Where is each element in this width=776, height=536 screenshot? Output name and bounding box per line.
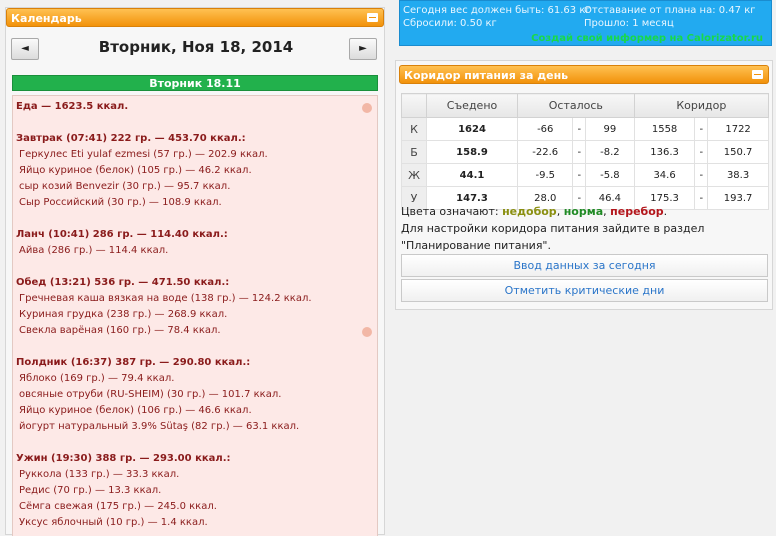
edit-icon[interactable] (362, 327, 372, 337)
corridor-header[interactable]: Коридор питания за день (399, 65, 769, 84)
diary-spacer (13, 435, 377, 451)
header-eaten: Съедено (426, 93, 518, 118)
calendar-title: Календарь (11, 12, 82, 25)
corridor-to: 38.3 (707, 163, 769, 187)
enter-today-button[interactable]: Ввод данных за сегодня (401, 254, 768, 277)
food-item: сыр козий Benvezir (30 гр.) — 95.7 ккал. (19, 181, 231, 192)
food-item: Геркулес Eti yulaf ezmesi (57 гр.) — 202… (19, 149, 268, 160)
date-title: Вторник, Ноя 18, 2014 (98, 38, 294, 56)
food-item: Сыр Российский (30 гр.) — 108.9 ккал. (19, 197, 222, 208)
diary-spacer (13, 115, 377, 131)
corridor-panel: Коридор питания за день Съедено Осталось… (395, 60, 773, 310)
dash: - (694, 117, 709, 141)
food-item: Сёмга свежая (175 гр.) — 245.0 ккал. (19, 501, 217, 512)
minimize-icon[interactable] (367, 13, 378, 22)
table-row: Б 158.9 -22.6- -8.2 136.3-150.7 (401, 140, 769, 164)
calendar-panel: Календарь ◄ Вторник, Ноя 18, 2014 ► Втор… (5, 7, 385, 536)
remaining-from: -22.6 (516, 140, 574, 164)
eaten-value: 158.9 (426, 140, 518, 164)
corridor-title: Коридор питания за день (404, 69, 569, 82)
food-item: Яйцо куриное (белок) (106 гр.) — 46.6 кк… (19, 405, 252, 416)
day-header: Вторник 18.11 (12, 75, 378, 91)
calendar-header[interactable]: Календарь (6, 8, 384, 27)
dash: - (572, 117, 587, 141)
food-item: йогурт натуральный 3.9% Sütaş (82 гр.) —… (19, 421, 300, 432)
row-label: К (401, 117, 427, 141)
diary-spacer (13, 211, 377, 227)
food-diary: Еда — 1623.5 ккал. Завтрак (07:41) 222 гр… (12, 95, 378, 536)
remaining-to: -8.2 (585, 140, 635, 164)
diary-spacer (13, 259, 377, 275)
target-weight-text: Сегодня вес должен быть: 61.63 кг (403, 5, 591, 16)
food-item: Яблоко (169 гр.) — 79.4 ккал. (19, 373, 175, 384)
meal-header: Полдник (16:37) 387 гр. — 290.80 ккал.: (16, 357, 251, 368)
legend-under: недобор (502, 205, 557, 218)
table-row: Ж 44.1 -9.5- -5.8 34.6-38.3 (401, 163, 769, 187)
food-item: Айва (286 гр.) — 114.4 ккал. (19, 245, 169, 256)
dash: - (572, 163, 587, 187)
table-row: К 1624 -66-99 1558-1722 (401, 117, 769, 141)
meal-header: Обед (13:21) 536 гр. — 471.50 ккал.: (16, 277, 230, 288)
color-legend: Цвета означают: недобор, норма, перебор. (401, 205, 668, 218)
corridor-to: 150.7 (707, 140, 769, 164)
weight-informer[interactable]: Сегодня вес должен быть: 61.63 кг Сброси… (399, 0, 772, 46)
corridor-to: 193.7 (707, 186, 769, 210)
eaten-value: 44.1 (426, 163, 518, 187)
corridor-from: 34.6 (633, 163, 696, 187)
corridor-from: 1558 (633, 117, 696, 141)
minimize-icon[interactable] (752, 70, 763, 79)
food-item: Свекла варёная (160 гр.) — 78.4 ккал. (19, 325, 221, 336)
critical-days-button[interactable]: Отметить критические дни (401, 279, 768, 302)
legend-over: перебор (610, 205, 664, 218)
food-item: Гречневая каша вязкая на воде (138 гр.) … (19, 293, 312, 304)
meal-header: Еда — 1623.5 ккал. (16, 101, 129, 112)
row-label: Ж (401, 163, 427, 187)
dash: - (572, 140, 587, 164)
food-item: Яйцо куриное (белок) (105 гр.) — 46.2 кк… (19, 165, 252, 176)
corridor-table: Съедено Осталось Коридор К 1624 -66-99 1558… (401, 93, 770, 210)
lost-weight-text: Сбросили: 0.50 кг (403, 18, 497, 29)
header-empty (401, 93, 427, 118)
food-item: Руккола (133 гр.) — 33.3 ккал. (19, 469, 180, 480)
informer-link[interactable]: Создай свой информер на Calorizator.ru (531, 33, 763, 44)
settings-note: Для настройки коридора питания зайдите в… (401, 222, 705, 252)
eaten-value: 1624 (426, 117, 518, 141)
dash: - (694, 163, 709, 187)
legend-prefix: Цвета означают: (401, 205, 499, 218)
remaining-to: -5.8 (585, 163, 635, 187)
diary-spacer (13, 339, 377, 355)
food-item: Редис (70 гр.) — 13.3 ккал. (19, 485, 162, 496)
header-remaining: Осталось (517, 93, 635, 118)
food-item: Куриная грудка (238 гр.) — 268.9 ккал. (19, 309, 228, 320)
row-label: Б (401, 140, 427, 164)
dash: - (694, 186, 709, 210)
header-corridor: Коридор (633, 93, 770, 118)
remaining-from: -66 (516, 117, 574, 141)
prev-day-button[interactable]: ◄ (11, 38, 39, 60)
plan-lag-text: Отставание от плана на: 0.47 кг (584, 5, 756, 16)
meal-header: Завтрак (07:41) 222 гр. — 453.70 ккал.: (16, 133, 246, 144)
meal-header: Ланч (10:41) 286 гр. — 114.40 ккал.: (16, 229, 228, 240)
edit-icon[interactable] (362, 103, 372, 113)
food-item: Уксус яблочный (10 гр.) — 1.4 ккал. (19, 517, 208, 528)
food-item: овсяные отруби (RU-SHEIM) (30 гр.) — 101… (19, 389, 282, 400)
corridor-to: 1722 (707, 117, 769, 141)
legend-norm: норма (563, 205, 604, 218)
meal-header: Ужин (19:30) 388 гр. — 293.00 ккал.: (16, 453, 231, 464)
remaining-from: -9.5 (516, 163, 574, 187)
next-day-button[interactable]: ► (349, 38, 377, 60)
dash: - (694, 140, 709, 164)
remaining-to: 99 (585, 117, 635, 141)
corridor-from: 136.3 (633, 140, 696, 164)
time-passed-text: Прошло: 1 месяц (584, 18, 674, 29)
